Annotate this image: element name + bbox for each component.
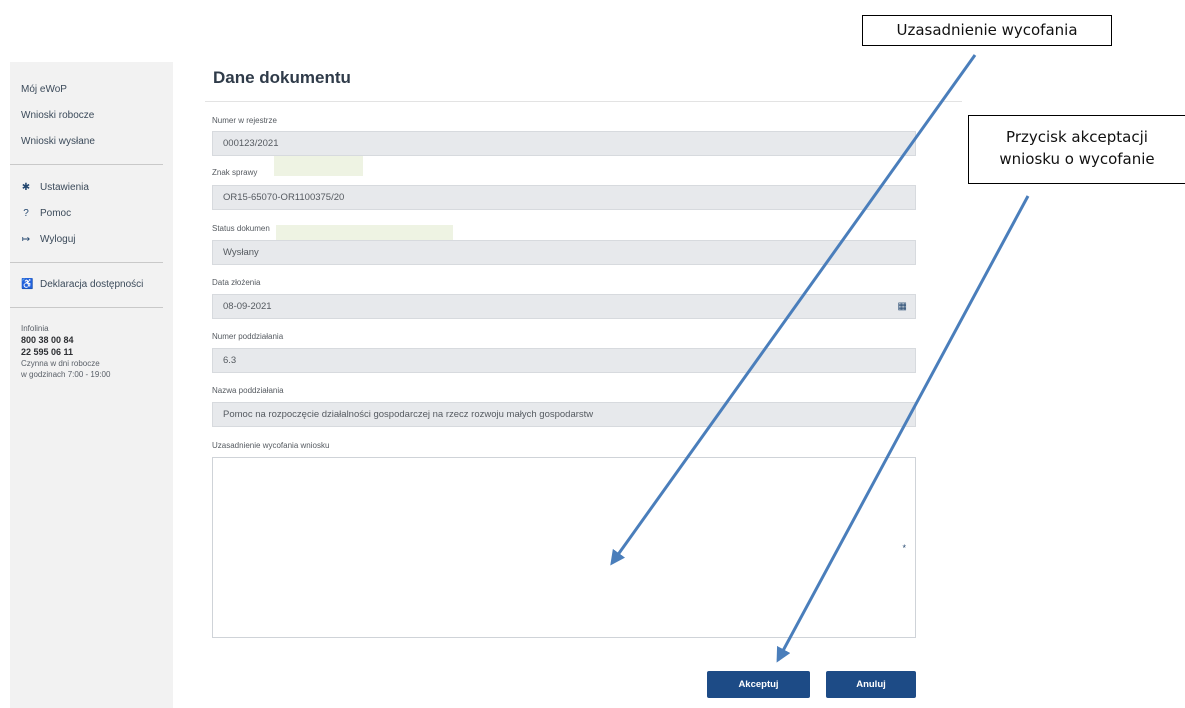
callout-przycisk-akceptacji: Przycisk akceptacji wniosku o wycofanie (968, 115, 1185, 184)
arrow-to-textarea (610, 54, 977, 566)
callout-text: Przycisk akceptacji (1006, 128, 1148, 146)
arrow-to-accept-button (776, 195, 1030, 663)
callout-text: wniosku o wycofanie (999, 150, 1155, 168)
callout-uzasadnienie: Uzasadnienie wycofania (862, 15, 1112, 46)
callout-text: Uzasadnienie wycofania (896, 21, 1078, 39)
annotation-arrows (610, 54, 1030, 663)
